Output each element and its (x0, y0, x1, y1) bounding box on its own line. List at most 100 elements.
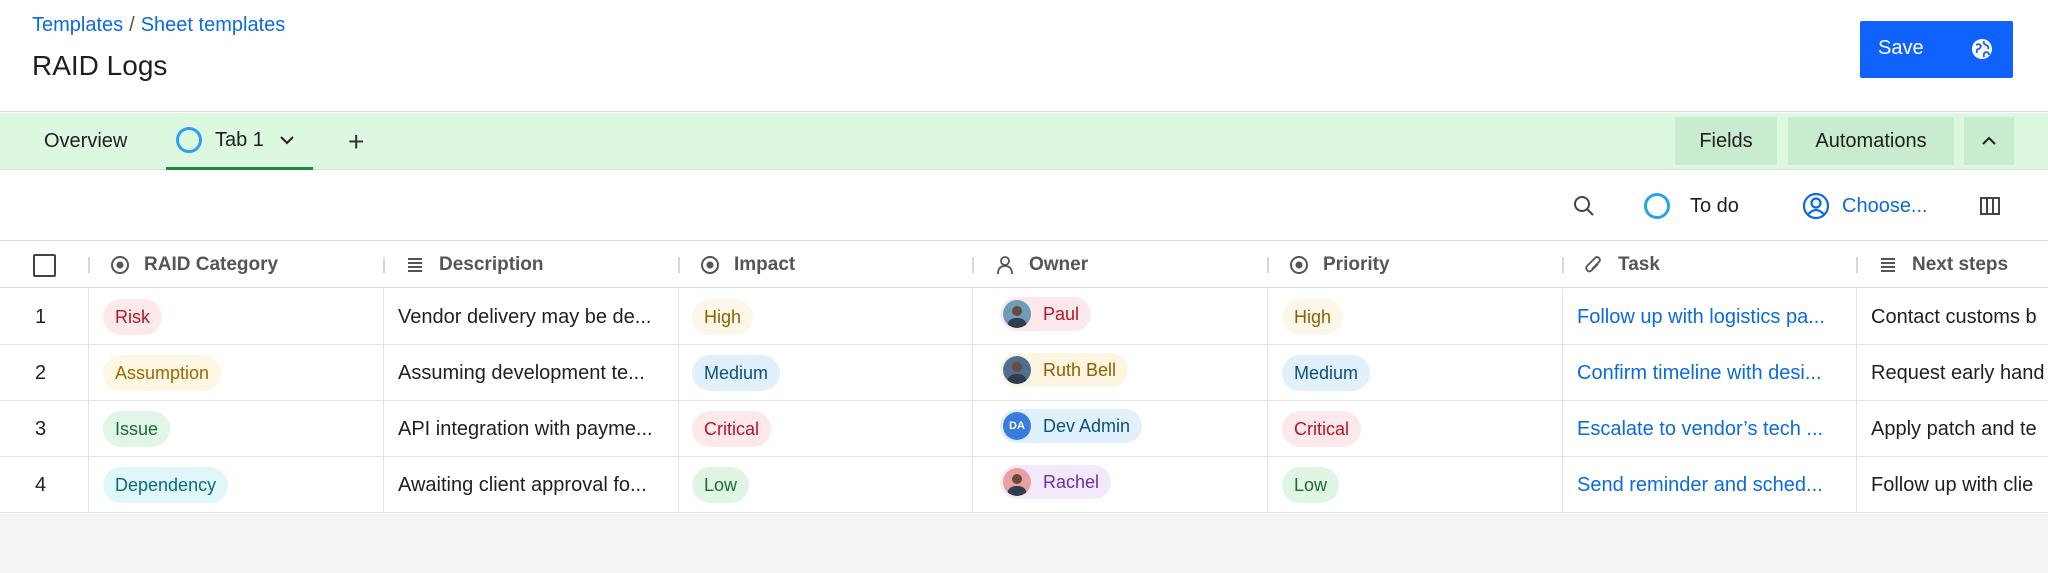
owner-name: Dev Admin (1043, 415, 1131, 436)
description-cell[interactable]: Vendor delivery may be de... (398, 289, 673, 345)
save-button[interactable]: Save (1860, 21, 2013, 78)
tab-overview[interactable]: Overview (44, 113, 127, 170)
automations-button[interactable]: Automations (1788, 117, 1954, 165)
column-divider[interactable] (1856, 257, 1858, 273)
task-cell[interactable]: Follow up with logistics pa... (1577, 289, 1849, 345)
column-divider[interactable] (383, 257, 385, 273)
cell-divider (1562, 401, 1563, 457)
column-header-raid-category[interactable]: RAID Category (110, 242, 278, 288)
task-cell[interactable]: Confirm timeline with desi... (1577, 345, 1849, 401)
task-cell[interactable]: Send reminder and sched... (1577, 457, 1849, 513)
impact-cell[interactable]: High (692, 289, 962, 345)
table-row[interactable]: 4 Dependency Awaiting client approval fo..… (0, 457, 2048, 513)
column-label: Task (1618, 254, 1660, 275)
owner-cell[interactable]: Rachel (1000, 457, 1260, 513)
column-header-next-steps[interactable]: Next steps (1878, 242, 2008, 288)
owner-chip[interactable]: Ruth Bell (1000, 353, 1129, 387)
status-filter[interactable]: To do (1644, 171, 1739, 241)
row-number: 1 (35, 289, 75, 345)
cell-divider (1562, 345, 1563, 401)
owner-name: Ruth Bell (1043, 359, 1117, 380)
raid-category-cell[interactable]: Issue (103, 401, 373, 457)
table-row[interactable]: 3 Issue API integration with payme... Criti… (0, 401, 2048, 457)
column-divider[interactable] (1562, 257, 1564, 273)
column-divider[interactable] (1267, 257, 1269, 273)
task-link[interactable]: Send reminder and sched... (1577, 474, 1823, 497)
description-cell[interactable]: API integration with payme... (398, 401, 673, 457)
description-cell[interactable]: Assuming development te... (398, 345, 673, 401)
next-steps-text: Request early hand (1871, 361, 2045, 384)
next-steps-cell[interactable]: Apply patch and te (1871, 401, 2048, 457)
cell-divider (1856, 457, 1857, 513)
column-label: Priority (1323, 254, 1390, 275)
raid-category-cell[interactable]: Risk (103, 289, 373, 345)
column-header-task[interactable]: Task (1584, 242, 1660, 288)
owner-name: Paul (1043, 303, 1080, 324)
column-header-description[interactable]: Description (405, 242, 544, 288)
task-cell[interactable]: Escalate to vendor’s tech ... (1577, 401, 1849, 457)
cell-divider (972, 345, 973, 401)
priority-badge: Low (1282, 467, 1340, 503)
next-steps-text: Apply patch and te (1871, 417, 2037, 440)
globe-icon (1972, 39, 1992, 59)
row-number-label: 3 (35, 417, 47, 440)
status-icon (111, 256, 129, 274)
impact-cell[interactable]: Low (692, 457, 962, 513)
cell-divider (383, 345, 384, 401)
task-link[interactable]: Follow up with logistics pa... (1577, 306, 1825, 329)
impact-cell[interactable]: Critical (692, 401, 962, 457)
owner-chip[interactable]: DA Dev Admin (1000, 409, 1143, 443)
assignee-filter[interactable]: Choose... (1802, 171, 1928, 241)
category-badge: Dependency (103, 467, 229, 503)
columns-button[interactable] (1978, 171, 2002, 241)
owner-cell[interactable]: Ruth Bell (1000, 345, 1260, 401)
breadcrumb-templates-link[interactable]: Templates (32, 14, 123, 36)
task-link[interactable]: Confirm timeline with desi... (1577, 362, 1822, 385)
add-tab-button[interactable]: + (348, 113, 364, 170)
priority-cell[interactable]: Critical (1282, 401, 1552, 457)
tab-1[interactable]: Tab 1 (166, 113, 313, 170)
priority-cell[interactable]: High (1282, 289, 1552, 345)
next-steps-cell[interactable]: Follow up with clie (1871, 457, 2048, 513)
description-cell[interactable]: Awaiting client approval fo... (398, 457, 673, 513)
cell-divider (383, 289, 384, 345)
cell-divider (678, 401, 679, 457)
owner-chip[interactable]: Rachel (1000, 465, 1112, 499)
column-divider[interactable] (678, 257, 680, 273)
cell-divider (383, 401, 384, 457)
column-header-priority[interactable]: Priority (1289, 242, 1390, 288)
column-divider[interactable] (88, 257, 90, 273)
select-all-checkbox[interactable] (33, 254, 56, 277)
paperclip-icon (1585, 256, 1601, 273)
impact-cell[interactable]: Medium (692, 345, 962, 401)
next-steps-cell[interactable]: Request early hand (1871, 345, 2048, 401)
search-button[interactable] (1572, 171, 1596, 241)
owner-cell[interactable]: DA Dev Admin (1000, 401, 1260, 457)
collapse-button[interactable] (1964, 117, 2014, 165)
owner-chip[interactable]: Paul (1000, 297, 1092, 331)
priority-cell[interactable]: Low (1282, 457, 1552, 513)
column-header-owner[interactable]: Owner (995, 242, 1088, 288)
table-row[interactable]: 2 Assumption Assuming development te... Med… (0, 345, 2048, 401)
cell-divider (383, 457, 384, 513)
breadcrumb-sheet-templates-link[interactable]: Sheet templates (141, 14, 286, 36)
raid-category-cell[interactable]: Assumption (103, 345, 373, 401)
next-steps-cell[interactable]: Contact customs b (1871, 289, 2048, 345)
page-title: RAID Logs (32, 50, 168, 81)
impact-badge: High (692, 299, 754, 335)
owner-cell[interactable]: Paul (1000, 289, 1260, 345)
empty-area (0, 514, 2048, 573)
fields-button[interactable]: Fields (1675, 117, 1777, 165)
raid-category-cell[interactable]: Dependency (103, 457, 373, 513)
chevron-down-icon[interactable] (278, 131, 296, 149)
table-row[interactable]: 1 Risk Vendor delivery may be de... High Pau… (0, 289, 2048, 345)
breadcrumb-separator: / (129, 14, 135, 36)
search-icon (1574, 196, 1594, 216)
cell-divider (1856, 289, 1857, 345)
priority-cell[interactable]: Medium (1282, 345, 1552, 401)
task-link[interactable]: Escalate to vendor’s tech ... (1577, 418, 1823, 441)
row-number-label: 2 (35, 361, 47, 384)
column-header-impact[interactable]: Impact (700, 242, 795, 288)
row-number: 3 (35, 401, 75, 457)
column-divider[interactable] (972, 257, 974, 273)
